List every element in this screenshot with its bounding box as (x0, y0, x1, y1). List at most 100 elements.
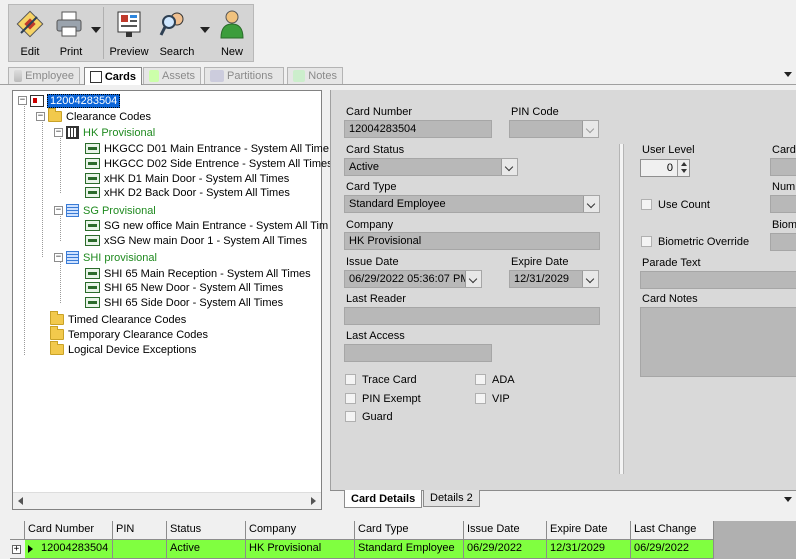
collapse-toggle[interactable]: − (36, 112, 45, 121)
collapse-toggle[interactable]: − (54, 128, 63, 137)
tree-clearance-codes[interactable]: − Clearance Codes (36, 108, 151, 124)
tree-door[interactable]: SHI 65 New Door - System All Times (85, 280, 283, 295)
detail-tabs-menu-icon[interactable] (784, 497, 792, 502)
tree-guide (42, 119, 43, 257)
tree-door[interactable]: SHI 65 Side Door - System All Times (85, 295, 283, 310)
tab-cards[interactable]: Cards (84, 67, 142, 85)
tree-door[interactable]: SHI 65 Main Reception - System All Times (85, 266, 311, 281)
panel-splitter[interactable] (619, 144, 624, 474)
collapse-toggle[interactable]: − (54, 206, 63, 215)
print-button[interactable]: Print (51, 5, 103, 61)
employee-icon (14, 70, 23, 82)
guard-checkbox[interactable] (345, 411, 356, 422)
card-number-field[interactable]: 12004283504 (344, 120, 492, 138)
biometric-cut-field[interactable] (770, 233, 796, 251)
trace-card-label: Trace Card (362, 374, 417, 386)
card-status-select[interactable]: Active (344, 158, 518, 176)
expand-row-icon[interactable]: + (12, 545, 21, 554)
issue-date-label: Issue Date (346, 256, 399, 268)
vip-checkbox[interactable] (475, 393, 486, 404)
grid-building-icon (66, 204, 79, 217)
card-icon (30, 94, 44, 107)
ada-label: ADA (492, 374, 515, 386)
card-type-select[interactable]: Standard Employee (344, 195, 600, 213)
company-field[interactable]: HK Provisional (344, 232, 600, 250)
trace-card-checkbox[interactable] (345, 374, 356, 385)
scroll-right-icon[interactable] (311, 497, 316, 505)
tree-shi-provisional[interactable]: − SHI provisional (54, 250, 157, 265)
column-header[interactable]: PIN (113, 521, 167, 540)
column-header[interactable]: Last Change (631, 521, 714, 540)
print-label: Print (59, 46, 83, 58)
chevron-down-icon[interactable] (582, 271, 598, 287)
last-reader-label: Last Reader (346, 293, 406, 305)
tab-employee[interactable]: Employee (8, 67, 80, 84)
card-status-label: Card Status (346, 144, 405, 156)
collapse-toggle[interactable]: − (18, 96, 27, 105)
tree-door[interactable]: SG new office Main Entrance - System All… (85, 218, 328, 233)
search-button[interactable]: Search (154, 5, 212, 61)
card-type-label: Card Type (346, 181, 397, 193)
tab-details-2[interactable]: Details 2 (423, 490, 480, 507)
cell-status: Active (167, 540, 246, 559)
column-header[interactable]: Issue Date (464, 521, 547, 540)
pin-exempt-checkbox[interactable] (345, 393, 356, 404)
number-cut-field[interactable] (770, 195, 796, 213)
grid-header-row: Card Number PIN Status Company Card Type… (10, 521, 714, 540)
column-header[interactable]: Expire Date (547, 521, 631, 540)
column-header[interactable]: Card Type (355, 521, 464, 540)
tree-door[interactable]: xHK D1 Main Door - System All Times (85, 171, 289, 186)
print-dropdown-icon[interactable] (91, 27, 101, 33)
tab-assets[interactable]: Assets (143, 67, 201, 84)
last-access-field[interactable] (344, 344, 492, 362)
tree-temporary-codes[interactable]: Temporary Clearance Codes (50, 326, 208, 342)
tree-timed-codes[interactable]: Timed Clearance Codes (50, 311, 186, 327)
issue-date-picker[interactable]: 06/29/2022 05:36:07 PM (344, 270, 482, 288)
chevron-down-icon[interactable] (582, 121, 598, 137)
tree-root[interactable]: − 12004283504 (18, 93, 121, 108)
user-level-stepper[interactable]: 0 (640, 159, 690, 177)
new-button[interactable]: New (212, 5, 252, 61)
tree-sg-provisional[interactable]: − SG Provisional (54, 203, 156, 218)
card-notes-label: Card Notes (642, 293, 698, 305)
tab-card-details[interactable]: Card Details (344, 490, 423, 508)
row-indicator[interactable]: + (10, 540, 25, 559)
tree-door[interactable]: HKGCC D02 Side Entrence - System All Tim… (85, 156, 333, 171)
tree-logical-exceptions[interactable]: Logical Device Exceptions (50, 341, 196, 357)
chevron-down-icon[interactable] (583, 196, 599, 212)
scroll-left-icon[interactable] (18, 497, 23, 505)
tree-door[interactable]: xHK D2 Back Door - System All Times (85, 185, 290, 200)
tree-hk-provisional[interactable]: − HK Provisional (54, 125, 155, 140)
use-count-checkbox[interactable] (641, 199, 652, 210)
tab-partitions[interactable]: Partitions (204, 67, 284, 84)
stepper-arrows-icon[interactable] (677, 160, 689, 176)
edit-button[interactable]: Edit (9, 5, 51, 61)
cell-last-change: 06/29/2022 (631, 540, 714, 559)
tabs-menu-icon[interactable] (784, 72, 792, 77)
tab-notes[interactable]: Notes (287, 67, 343, 84)
column-header[interactable]: Company (246, 521, 355, 540)
door-reader-icon (85, 297, 100, 308)
parade-text-field[interactable] (640, 271, 796, 289)
table-row[interactable]: + 12004283504 Active HK Provisional Stan… (10, 540, 714, 559)
collapse-toggle[interactable]: − (54, 253, 63, 262)
folder-icon (50, 326, 64, 340)
chevron-down-icon[interactable] (501, 159, 517, 175)
biometric-override-checkbox[interactable] (641, 236, 652, 247)
tree-door[interactable]: HKGCC D01 Main Entrance - System All Tim… (85, 141, 329, 156)
chevron-down-icon[interactable] (465, 271, 481, 287)
cell-expire-date: 12/31/2029 (547, 540, 631, 559)
biometric-override-label: Biometric Override (658, 236, 750, 248)
column-header[interactable]: Status (167, 521, 246, 540)
tree-door[interactable]: xSG New main Door 1 - System All Times (85, 233, 307, 248)
card-notes-field[interactable] (640, 307, 796, 377)
card-cut-field[interactable] (770, 158, 796, 176)
pin-code-select[interactable] (509, 120, 599, 138)
search-dropdown-icon[interactable] (200, 27, 210, 33)
expire-date-picker[interactable]: 12/31/2029 (509, 270, 599, 288)
ada-checkbox[interactable] (475, 374, 486, 385)
preview-button[interactable]: Preview (104, 5, 154, 61)
tree-horizontal-scrollbar[interactable] (13, 492, 321, 509)
column-header[interactable]: Card Number (25, 521, 113, 540)
last-reader-field[interactable] (344, 307, 600, 325)
